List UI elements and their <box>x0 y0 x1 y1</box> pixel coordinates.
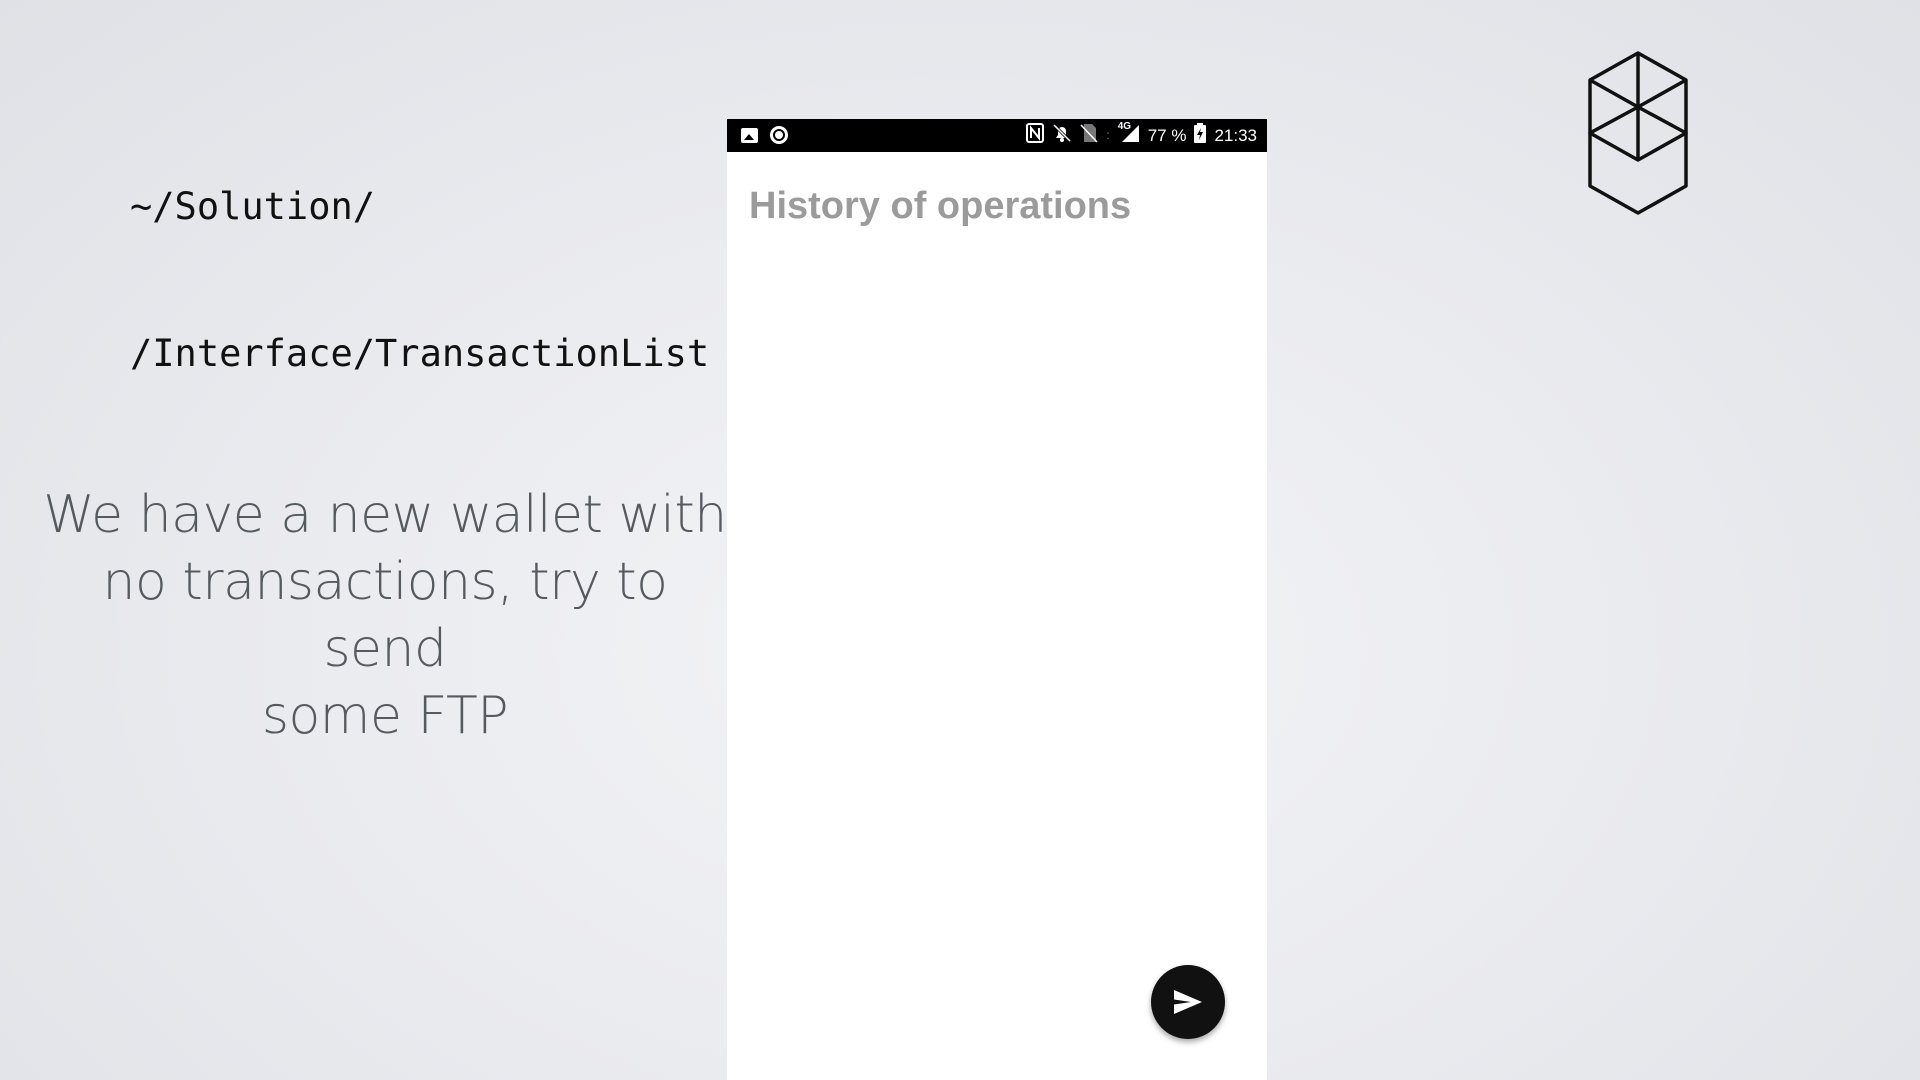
caption-line-3: some FTP <box>261 686 509 746</box>
hexagon-cube-logo-icon <box>1588 51 1688 215</box>
bell-off-icon <box>1052 123 1072 148</box>
gallery-icon <box>741 127 758 143</box>
source-path: ~/Solution/ /Interface/TransactionList <box>130 84 709 427</box>
send-icon <box>1174 990 1202 1014</box>
status-dots: : <box>1106 128 1110 142</box>
caption-line-1: We have a new wallet with <box>43 485 727 545</box>
source-path-line-2: /Interface/TransactionList <box>130 332 710 375</box>
phone-screenshot: : 4G 77 % 21:33 History of operations <box>727 119 1267 1080</box>
status-bar: : 4G 77 % 21:33 <box>727 119 1267 152</box>
source-path-line-1: ~/Solution/ <box>130 185 376 228</box>
slide-caption: We have a new wallet with no transaction… <box>40 482 730 750</box>
nfc-icon <box>1026 123 1045 148</box>
signal-4g-icon: 4G <box>1117 121 1140 148</box>
caption-line-2: no transactions, try to send <box>102 552 668 679</box>
battery-icon <box>1194 123 1207 148</box>
send-button[interactable] <box>1151 965 1225 1039</box>
battery-percent: 77 % <box>1147 126 1187 145</box>
network-label: 4G <box>1117 121 1132 132</box>
circle-icon <box>770 126 788 144</box>
status-time: 21:33 <box>1214 126 1257 145</box>
screen-title: History of operations <box>749 185 1132 227</box>
sim-off-icon <box>1080 123 1098 148</box>
